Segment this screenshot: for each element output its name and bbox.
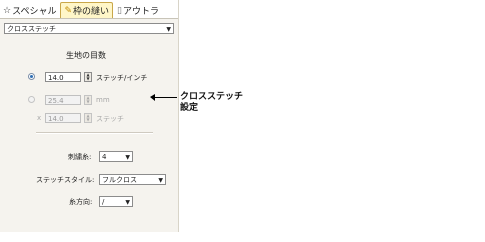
stitches-spinner[interactable]: ▲ ▼ [84,113,92,123]
mm-input[interactable]: 25.4 [45,95,81,105]
stitch-type-select[interactable]: クロスステッチ ▼ [4,23,174,34]
tab-hoop-stitch-label: 枠の縫い [73,7,110,17]
chevron-down-icon: ▼ [166,26,171,33]
callout-line [153,97,177,98]
tab-special-label: スペシャル [12,7,57,17]
strands-select[interactable]: 4 ▼ [99,151,133,162]
stitch-style-label: ステッチスタイル: [36,176,95,184]
strands-label: 刺繍糸: [68,153,92,161]
chevron-down-icon: ▼ [125,199,130,206]
per-inch-spinner[interactable]: ▲ ▼ [84,72,92,82]
tab-outline-label: アウトラ [122,7,159,17]
hoop-icon: ✎ [64,5,72,16]
stitch-style-select[interactable]: フルクロス ▼ [99,174,166,185]
stitches-input[interactable]: 14.0 [45,113,81,123]
callout-line-1: クロスステッチ [180,92,244,102]
tab-outline[interactable]: ▯ アウトラ [114,3,162,18]
divider [36,132,153,134]
times-label: x [37,114,42,122]
mm-spinner[interactable]: ▲ ▼ [84,95,92,105]
fabric-count-heading: 生地の目数 [66,51,106,60]
mm-radio[interactable] [28,96,35,103]
strands-value: 4 [102,153,107,161]
tab-hoop-stitch[interactable]: ✎ 枠の縫い [60,2,114,18]
per-inch-unit: ステッチ/インチ [96,74,148,82]
stitch-type-value: クロスステッチ [7,25,56,33]
star-icon: ☆ [3,5,12,16]
chevron-down-icon: ▼ [125,154,130,161]
stitches-unit: ステッチ [96,115,124,123]
per-inch-input[interactable]: 14.0 [45,72,81,82]
cross-stitch-panel: ☆ スペシャル ✎ 枠の縫い ▯ アウトラ クロスステッチ ▼ 生地の目数 14… [0,0,179,232]
callout-label: クロスステッチ 設定 [180,92,243,114]
thread-icon: ▯ [117,5,122,16]
thread-direction-value: / [102,198,105,206]
chevron-down-icon: ▼ [158,177,163,184]
per-inch-radio[interactable] [28,73,35,80]
callout-line-2: 設定 [180,103,199,113]
thread-direction-select[interactable]: / ▼ [99,196,133,207]
stitch-style-value: フルクロス [102,176,137,184]
tab-special[interactable]: ☆ スペシャル [0,3,59,18]
thread-direction-label: 糸方向: [69,198,93,206]
tab-bar: ☆ スペシャル ✎ 枠の縫い ▯ アウトラ [0,0,178,19]
mm-unit: mm [96,96,110,104]
